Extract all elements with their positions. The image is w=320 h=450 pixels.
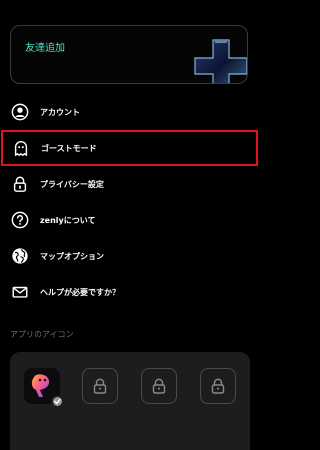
menu-item-label: プライバシー設定 [40, 179, 104, 189]
menu-item-about[interactable]: zenlyについて [0, 202, 259, 238]
ghost-icon [11, 138, 31, 158]
lock-icon [211, 378, 225, 394]
lock-icon [152, 378, 166, 394]
question-circle-icon [10, 210, 30, 230]
add-friend-title: 友達追加 [25, 43, 65, 54]
plus-icon [194, 39, 247, 83]
person-circle-icon [10, 102, 30, 122]
menu-item-label: マップオプション [40, 251, 104, 261]
menu-item-privacy[interactable]: プライバシー設定 [0, 166, 259, 202]
menu-item-account[interactable]: アカウント [0, 94, 259, 130]
add-friend-card[interactable]: 友達追加 [10, 25, 248, 84]
app-icons-card [10, 352, 250, 450]
locked-app-icon[interactable] [82, 368, 118, 404]
menu-item-label: zenlyについて [40, 215, 96, 225]
locked-app-icon[interactable] [200, 368, 236, 404]
lock-icon [93, 378, 107, 394]
lock-icon [10, 174, 30, 194]
menu-item-label: アカウント [40, 107, 80, 117]
menu-item-map-options[interactable]: マップオプション [0, 238, 259, 274]
menu-item-help[interactable]: ヘルプが必要ですか？ [0, 274, 259, 310]
locked-app-icon[interactable] [141, 368, 177, 404]
menu-item-label: ヘルプが必要ですか？ [40, 287, 120, 297]
app-icons-section-label: アプリのアイコン [10, 330, 74, 339]
current-app-icon[interactable] [24, 368, 64, 408]
globe-icon [10, 246, 30, 266]
selected-check-icon [51, 395, 64, 408]
menu-item-label: ゴーストモード [41, 143, 97, 153]
menu-item-ghost-mode[interactable]: ゴーストモード [1, 130, 258, 166]
envelope-icon [10, 282, 30, 302]
